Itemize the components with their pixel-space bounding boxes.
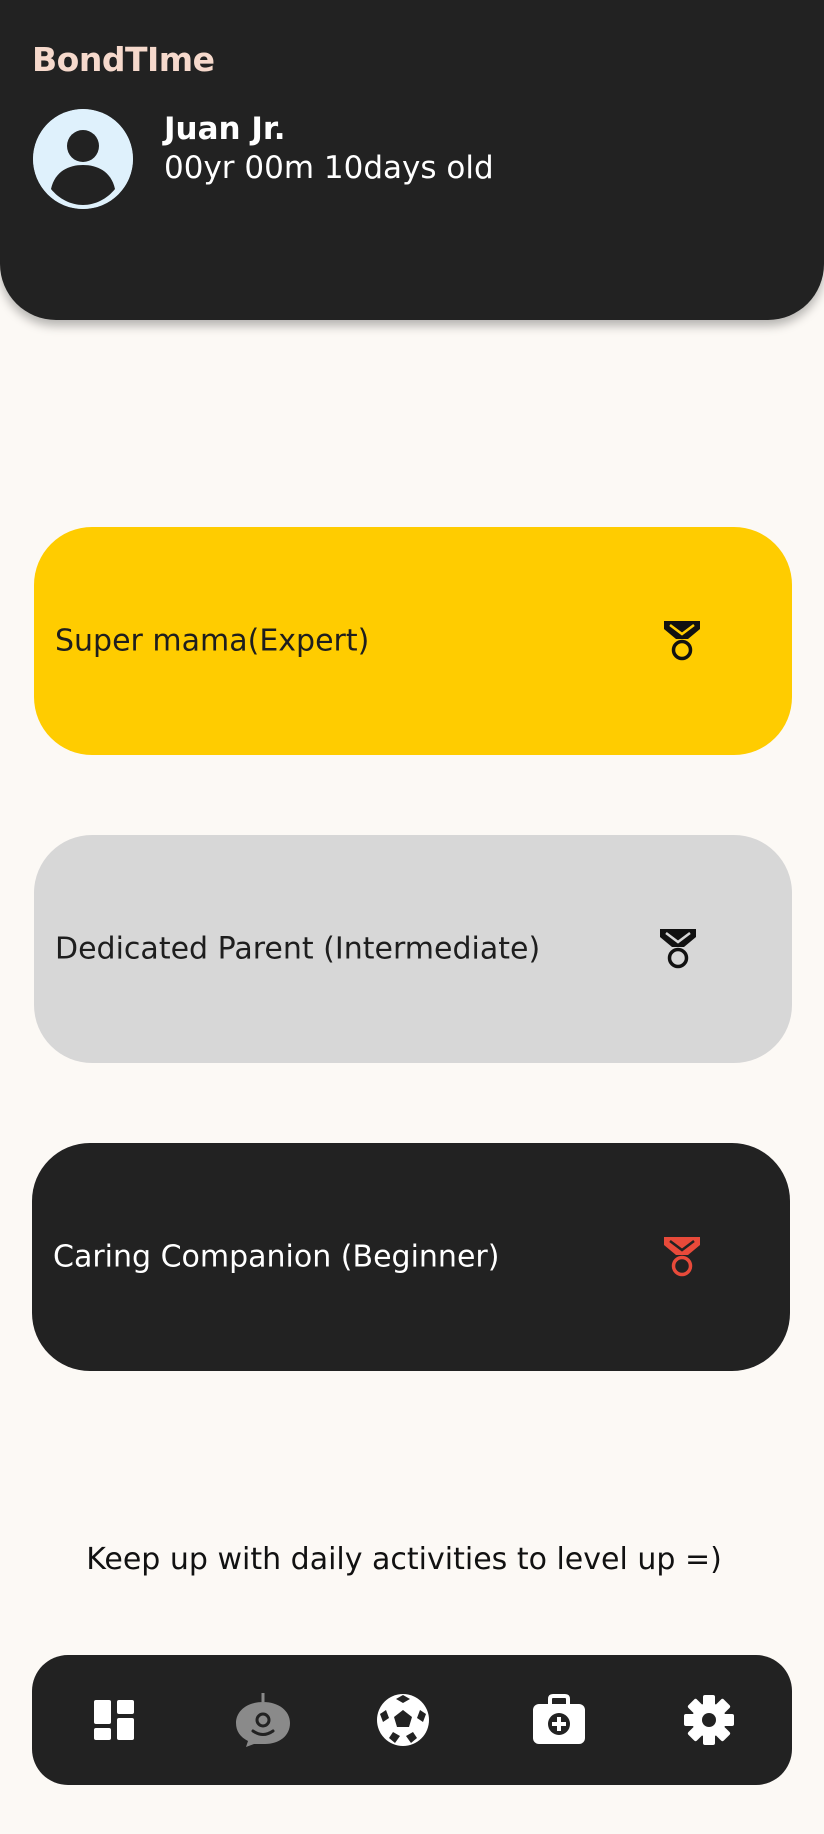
level-label: Dedicated Parent (Intermediate) [55, 931, 541, 967]
level-card-expert[interactable]: Super mama(Expert) [34, 527, 792, 755]
first-aid-kit-icon [533, 1694, 585, 1744]
child-age: 00yr 00m 10days old [164, 150, 494, 186]
medal-icon [660, 1235, 704, 1279]
level-up-tip: Keep up with daily activities to level u… [86, 1542, 722, 1577]
gear-icon [684, 1695, 734, 1745]
level-card-intermediate[interactable]: Dedicated Parent (Intermediate) [34, 835, 792, 1063]
soccer-ball-icon [377, 1694, 429, 1746]
medal-icon [660, 619, 704, 663]
level-label: Caring Companion (Beginner) [53, 1239, 500, 1275]
profile-header: BondTIme Juan Jr. 00yr 00m 10days old [0, 0, 824, 320]
nav-dashboard[interactable] [71, 1677, 157, 1763]
nav-activities[interactable] [360, 1677, 446, 1763]
child-name: Juan Jr. [164, 111, 286, 147]
level-label: Super mama(Expert) [55, 623, 370, 659]
nav-settings[interactable] [666, 1677, 752, 1763]
bottom-nav [32, 1655, 792, 1785]
level-card-beginner[interactable]: Caring Companion (Beginner) [32, 1143, 790, 1371]
chat-bot-icon [236, 1693, 290, 1747]
avatar[interactable] [33, 109, 133, 209]
person-icon [33, 109, 133, 209]
app-title: BondTIme [32, 40, 215, 79]
nav-health[interactable] [516, 1677, 602, 1763]
dashboard-icon [94, 1700, 134, 1740]
app-screen: BondTIme Juan Jr. 00yr 00m 10days old Su… [0, 0, 824, 1834]
medal-icon [656, 927, 700, 971]
nav-assistant[interactable] [220, 1677, 306, 1763]
